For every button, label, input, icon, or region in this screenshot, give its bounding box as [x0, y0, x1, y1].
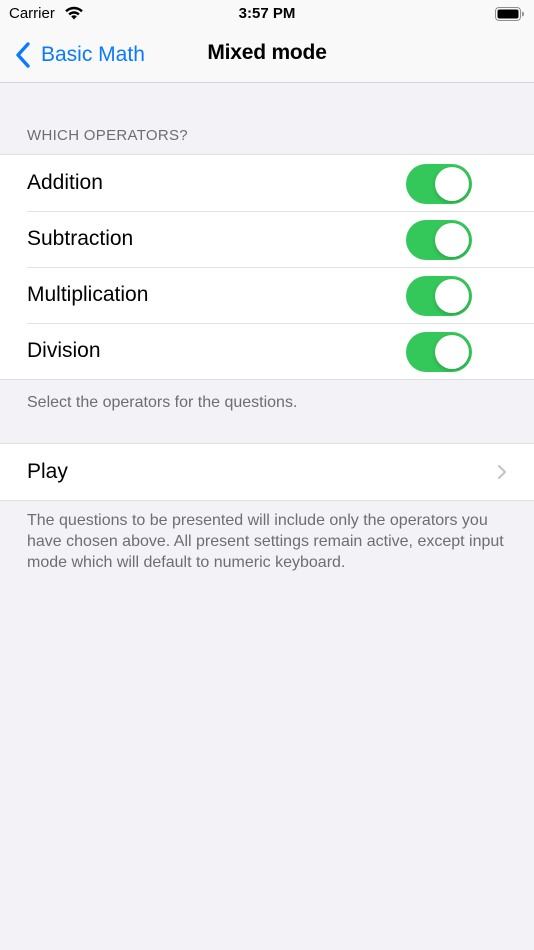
- navigation-bar: Basic Math Mixed mode: [0, 28, 534, 83]
- subtraction-toggle[interactable]: [406, 220, 472, 260]
- operator-row-addition: Addition: [0, 155, 534, 211]
- toggle-knob: [435, 223, 469, 257]
- operators-section-footer: Select the operators for the questions.: [27, 394, 298, 411]
- operator-row-subtraction: Subtraction: [0, 211, 534, 267]
- battery-icon: [495, 7, 524, 21]
- operator-label: Subtraction: [27, 227, 134, 250]
- page-title: Mixed mode: [207, 41, 327, 64]
- play-row[interactable]: Play: [0, 444, 534, 500]
- status-bar: Carrier 3:57 PM: [0, 0, 534, 28]
- toggle-knob: [435, 279, 469, 313]
- operator-label: Multiplication: [27, 283, 149, 306]
- addition-toggle[interactable]: [406, 164, 472, 204]
- operator-label: Division: [27, 339, 101, 362]
- operators-list: Addition Subtraction Multiplication Divi…: [0, 154, 534, 380]
- operator-row-division: Division: [0, 323, 534, 379]
- play-section-footer: The questions to be presented will inclu…: [27, 512, 504, 571]
- operator-row-multiplication: Multiplication: [0, 267, 534, 323]
- division-toggle[interactable]: [406, 332, 472, 372]
- toggle-knob: [435, 335, 469, 369]
- multiplication-toggle[interactable]: [406, 276, 472, 316]
- toggle-knob: [435, 167, 469, 201]
- play-label: Play: [27, 460, 68, 483]
- play-section: Play: [0, 443, 534, 501]
- operator-label: Addition: [27, 171, 103, 194]
- chevron-right-icon: [497, 464, 507, 480]
- operators-section-header: WHICH OPERATORS?: [27, 127, 188, 144]
- status-time: 3:57 PM: [238, 5, 296, 22]
